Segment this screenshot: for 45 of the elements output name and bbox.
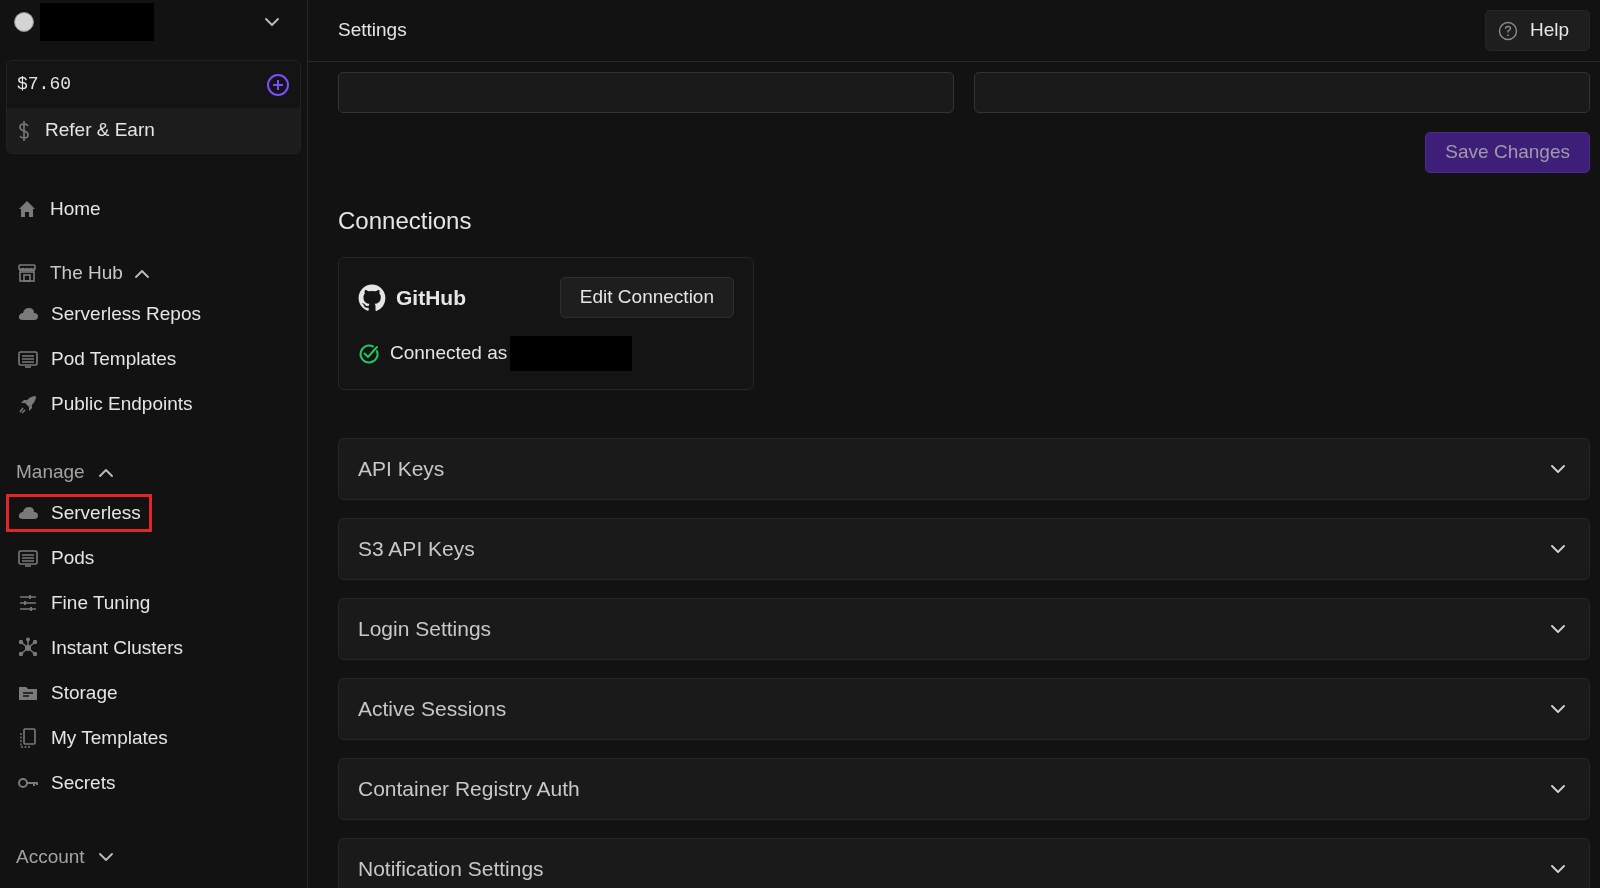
nav-link[interactable]: Fine Tuning <box>6 584 162 622</box>
edit-connection-button[interactable]: Edit Connection <box>559 277 734 318</box>
nav-group-header[interactable]: Account <box>6 842 123 872</box>
accordion-header[interactable]: Container Registry Auth <box>338 758 1590 820</box>
nav-group-header[interactable]: The Hub <box>6 258 159 288</box>
nav-link[interactable]: Serverless Repos <box>6 295 212 333</box>
nav-link[interactable]: Home <box>6 194 111 224</box>
storefront-icon <box>16 262 38 284</box>
nav-link[interactable]: My Templates <box>6 719 179 757</box>
dollar-icon <box>17 119 31 142</box>
sliders-icon <box>17 592 39 614</box>
connection-status: Connected as <box>390 341 508 366</box>
connection-name: GitHub <box>396 284 466 311</box>
github-icon <box>358 283 386 312</box>
accordion-header[interactable]: S3 API Keys <box>338 518 1590 580</box>
nav-link[interactable]: Pod Templates <box>6 340 188 378</box>
help-button[interactable]: Help <box>1484 10 1590 51</box>
cluster-icon <box>17 637 39 659</box>
nav-group-header[interactable]: Manage <box>6 457 123 487</box>
nav-link[interactable]: Serverless <box>6 494 152 532</box>
refer-earn-label: Refer & Earn <box>45 118 155 143</box>
nav-link[interactable]: Pods <box>6 539 106 577</box>
accordion-header[interactable]: Active Sessions <box>338 678 1590 740</box>
section-heading: Connections <box>338 206 473 236</box>
nav-link[interactable]: Secrets <box>6 764 127 802</box>
accordion-header[interactable]: Notification Settings <box>338 838 1590 888</box>
nav-link[interactable]: Public Endpoints <box>6 385 204 423</box>
monitor-icon <box>17 547 39 569</box>
nav-link[interactable]: Storage <box>6 674 129 712</box>
plus-circle-icon <box>266 72 290 97</box>
chevron-down-icon[interactable] <box>265 17 279 27</box>
page-title: Settings <box>338 18 407 43</box>
monitor-icon <box>17 348 39 370</box>
input-field[interactable] <box>338 72 954 113</box>
avatar <box>14 12 34 32</box>
document-icon <box>17 727 39 749</box>
accordion-header[interactable]: Login Settings <box>338 598 1590 660</box>
balance-amount: $7.60 <box>17 73 71 96</box>
save-changes-button[interactable]: Save Changes <box>1425 132 1590 173</box>
rocket-icon <box>17 393 39 415</box>
refer-earn-link[interactable]: Refer & Earn <box>7 108 300 153</box>
help-icon <box>1497 20 1518 41</box>
input-field[interactable] <box>974 72 1590 113</box>
accordion-header[interactable]: API Keys <box>338 438 1590 500</box>
nav-link[interactable]: Instant Clusters <box>6 629 194 667</box>
